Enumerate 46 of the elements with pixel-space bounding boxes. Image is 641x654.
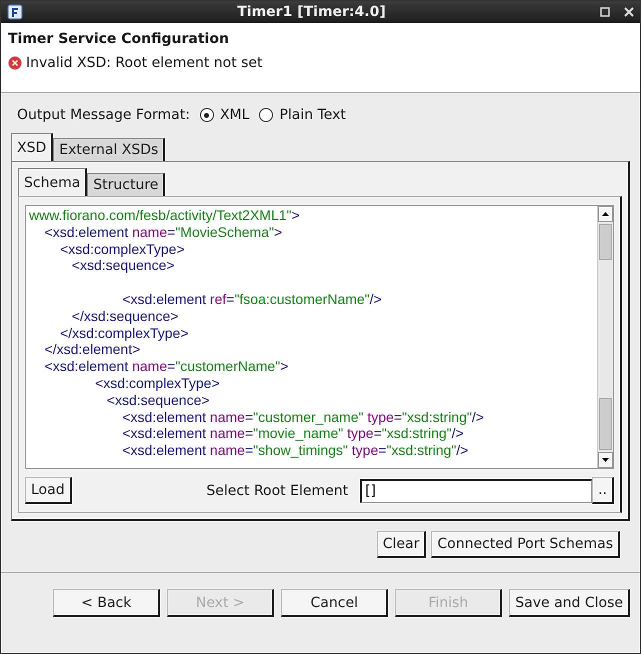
format-label: Output Message Format:: [17, 107, 190, 123]
root-element-field[interactable]: []: [360, 478, 592, 502]
error-message: Invalid XSD: Root element not set: [26, 55, 263, 71]
root-element-label: Select Root Element: [206, 482, 348, 498]
code-line: <xsd:element name="show_timings" type="xsd:string"/>: [121, 442, 468, 458]
scrollbar-thumb[interactable]: [599, 224, 612, 260]
code-line: </xsd:complexType>: [59, 324, 189, 341]
footer-button[interactable]: Save and Close: [509, 589, 630, 617]
code-line: <xsd:element name="MovieSchema">: [44, 224, 282, 240]
schema-button[interactable]: Clear: [376, 531, 426, 558]
code-line: </xsd:element>: [44, 341, 140, 358]
footer-button[interactable]: < Back: [53, 589, 160, 617]
close-icon[interactable]: [624, 7, 634, 17]
tab[interactable]: XSD: [11, 133, 54, 161]
radio-button[interactable]: [259, 108, 274, 122]
radio-button[interactable]: [200, 108, 214, 122]
dialog-title: Timer Service Configuration: [8, 31, 230, 47]
code-line: <xsd:sequence>: [70, 257, 175, 274]
code-line: <xsd:complexType>: [94, 374, 220, 391]
code-line: <xsd:element name="movie_name" type="xsd:string"/>: [121, 425, 464, 442]
tab[interactable]: External XSDs: [53, 138, 166, 161]
tab[interactable]: Structure: [87, 173, 166, 196]
scrollbar-thumb[interactable]: [599, 398, 612, 450]
code-line: </xsd:sequence>: [70, 308, 178, 324]
code-line: <xsd:sequence>: [106, 392, 210, 408]
maximize-icon[interactable]: [600, 7, 610, 17]
down-arrow-icon: [602, 458, 609, 462]
scroll-down-button[interactable]: [598, 452, 613, 468]
up-arrow-icon: [602, 212, 609, 216]
browse-button[interactable]: ..: [592, 477, 614, 504]
error-icon: [8, 56, 22, 70]
app-icon: [7, 4, 23, 20]
schema-button[interactable]: Connected Port Schemas: [431, 531, 620, 558]
footer-button[interactable]: Cancel: [281, 589, 388, 617]
scroll-up-button[interactable]: [598, 206, 613, 222]
code-editor[interactable]: [25, 205, 614, 469]
load-button[interactable]: Load: [25, 477, 72, 504]
radio-label: Plain Text: [279, 107, 346, 123]
code-line: <xsd:element name="customerName">: [44, 358, 288, 374]
code-line: www.fiorano.com/fesb/activity/Text2XML1">: [29, 207, 300, 223]
code-line: <xsd:complexType>: [59, 240, 185, 257]
code-line: <xsd:element ref="fsoa:customerName"/>: [121, 290, 382, 307]
window-title: Timer1 [Timer:4.0]: [236, 4, 387, 20]
radio-label: XML: [220, 107, 250, 123]
tab[interactable]: Schema: [18, 168, 88, 196]
code-line: <xsd:element name="customer_name" type="xsd:string"/>: [121, 408, 484, 425]
